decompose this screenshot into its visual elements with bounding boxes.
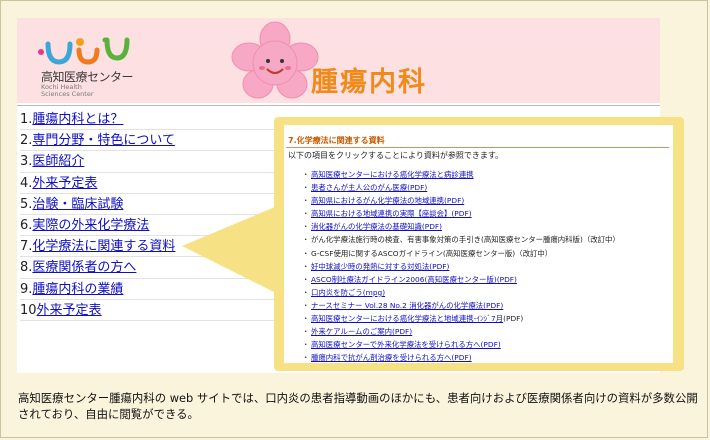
material-link[interactable]: 高知県におけるがん化学療法の地域連携(PDF) bbox=[311, 196, 464, 205]
nav-item[interactable]: 3.医師紹介 bbox=[20, 151, 290, 173]
bullet-icon: ・ bbox=[302, 353, 310, 363]
nav-link-about[interactable]: 腫瘍内科とは？ bbox=[32, 112, 123, 127]
bullet-icon: ・ bbox=[302, 300, 310, 310]
kochi-health-logo-icon bbox=[38, 37, 130, 65]
list-item[interactable]: ・高知医療センターで外来化学療法を受けられる方へ(PDF) bbox=[302, 338, 672, 351]
bullet-icon: ・ bbox=[302, 274, 310, 284]
material-link[interactable]: 好中球減少時の発熱に対する対処法(PDF) bbox=[311, 262, 449, 271]
callout-panel: 7.化学療法に関連する資料 以下の項目をクリックすることにより資料が参照できます… bbox=[274, 117, 684, 371]
material-link[interactable]: 高知医療センターで外来化学療法を受けられる方へ(PDF) bbox=[311, 340, 501, 349]
list-item[interactable]: ・高知県における地域連携の実際【座談会】(PDF) bbox=[302, 207, 672, 220]
material-label: G-CSF使用に関するASCOガイドライン(高知医療センター版)（改訂中） bbox=[311, 248, 553, 258]
nav-item-number: 4. bbox=[20, 175, 33, 191]
list-item[interactable]: ・患者さんが主人公のがん医療(PDF) bbox=[302, 181, 672, 194]
nav-item[interactable]: 1.腫瘍内科とは？ bbox=[20, 109, 290, 131]
materials-list-panel: 7.化学療法に関連する資料 以下の項目をクリックすることにより資料が参照できます… bbox=[284, 125, 673, 363]
material-link[interactable]: 消化器がんの化学療法の基礎知識(PDF) bbox=[311, 222, 442, 231]
callout-pointer bbox=[182, 204, 282, 296]
nav-item-number: 7. bbox=[20, 239, 33, 255]
header-divider bbox=[17, 105, 660, 106]
bullet-icon: ・ bbox=[302, 248, 310, 258]
nav-link-schedule-2[interactable]: 外来予定表 bbox=[37, 303, 102, 318]
panel-heading: 7.化学療法に関連する資料 bbox=[288, 136, 385, 145]
nav-item-number: 5. bbox=[20, 196, 33, 212]
list-item[interactable]: ・ナースセミナー Vol.28 No.2 消化器がんの化学療法(PDF) bbox=[302, 299, 672, 312]
figure-caption: 高知医療センター腫瘍内科の web サイトでは、口内炎の患者指導動画のほかにも、… bbox=[18, 391, 698, 421]
material-suffix: (PDF) bbox=[503, 314, 524, 324]
bullet-icon: ・ bbox=[302, 196, 310, 206]
cherry-blossom-mascot-icon bbox=[231, 21, 319, 99]
list-item[interactable]: ・高知医療センターにおける癌化学療法と地域連携-ｲﾝｼﾞ7月(PDF) bbox=[302, 312, 672, 325]
hospital-logo[interactable]: 高知医療センター Kochi Health Sciences Center bbox=[35, 28, 155, 100]
material-link[interactable]: 高知医療センターにおける癌化学療法と地域連携-ｲﾝｼﾞ7月 bbox=[311, 314, 503, 323]
panel-intro: 以下の項目をクリックすることにより資料が参照できます。 bbox=[288, 151, 504, 160]
nav-link-chemo-materials[interactable]: 化学療法に関連する資料 bbox=[32, 239, 175, 254]
material-link[interactable]: 腫瘍内科で抗がん剤治療を受けられる方へ(PDF) bbox=[311, 353, 472, 362]
panel-divider bbox=[286, 147, 669, 148]
nav-item[interactable]: 4.外来予定表 bbox=[20, 173, 290, 194]
nav-item-number: 2. bbox=[20, 133, 33, 149]
bullet-icon: ・ bbox=[302, 327, 310, 337]
material-link[interactable]: ASCO制吐療法ガイドライン2006(高知医療センター版)(PDF) bbox=[311, 275, 517, 284]
bullet-icon: ・ bbox=[302, 261, 310, 271]
logo-english-name: Kochi Health Sciences Center bbox=[41, 84, 94, 98]
list-item[interactable]: ・高知県におけるがん化学療法の地域連携(PDF) bbox=[302, 194, 672, 207]
nav-link-achievements[interactable]: 腫瘍内科の業績 bbox=[32, 282, 123, 297]
list-item[interactable]: ・高知医療センターにおける癌化学療法と病診連携 bbox=[302, 168, 672, 181]
nav-link-trials[interactable]: 治験・臨床試験 bbox=[32, 197, 123, 212]
material-link[interactable]: 外来ケアルームのご案内(PDF) bbox=[311, 327, 412, 336]
bullet-icon: ・ bbox=[302, 314, 310, 324]
header-banner: 高知医療センター Kochi Health Sciences Center 腫瘍… bbox=[17, 18, 660, 103]
bullet-icon: ・ bbox=[302, 340, 310, 350]
material-link[interactable]: 高知医療センターにおける癌化学療法と病診連携 bbox=[311, 170, 474, 179]
list-item[interactable]: ・ ASCO制吐療法ガイドライン2006(高知医療センター版)(PDF) bbox=[302, 273, 672, 286]
list-item[interactable]: ・口内炎を防ごう(mpg) bbox=[302, 286, 672, 299]
material-link[interactable]: 口内炎を防ごう(mpg) bbox=[311, 288, 385, 297]
list-item[interactable]: ・消化器がんの化学療法の基礎知識(PDF) bbox=[302, 220, 672, 233]
nav-item-number: 9. bbox=[20, 281, 33, 297]
list-item: ・がん化学療法施行時の検査、有害事象対策の手引き(高知医療センター腫瘍内科版)（… bbox=[302, 233, 672, 246]
nav-link-outpatient-chemo[interactable]: 実際の外来化学療法 bbox=[32, 218, 149, 233]
bullet-icon: ・ bbox=[302, 287, 310, 297]
material-label: がん化学療法施行時の検査、有害事象対策の手引き(高知医療センター腫瘍内科版)（改… bbox=[311, 235, 620, 245]
materials-list: ・高知医療センターにおける癌化学療法と病診連携・患者さんが主人公のがん医療(PD… bbox=[302, 168, 672, 363]
material-link[interactable]: 高知県における地域連携の実際【座談会】(PDF) bbox=[311, 209, 472, 218]
list-item[interactable]: ・腫瘍内科で抗がん剤治療を受けられる方へ(PDF) bbox=[302, 351, 672, 363]
nav-item[interactable]: 2.専門分野・特色について bbox=[20, 130, 290, 152]
list-item[interactable]: ・外来ケアルームのご案内(PDF) bbox=[302, 325, 672, 338]
list-item[interactable]: ・好中球減少時の発熱に対する対処法(PDF) bbox=[302, 260, 672, 273]
nav-link-doctors[interactable]: 医師紹介 bbox=[32, 154, 84, 169]
nav-item-number: 1. bbox=[20, 112, 33, 127]
bullet-icon: ・ bbox=[302, 183, 310, 193]
nav-item-number: 10 bbox=[20, 302, 37, 318]
nav-link-schedule[interactable]: 外来予定表 bbox=[32, 176, 97, 191]
nav-item-number: 8. bbox=[20, 260, 33, 276]
nav-link-professionals[interactable]: 医療関係者の方へ bbox=[32, 260, 136, 275]
nav-item-number: 3. bbox=[20, 154, 33, 170]
bullet-icon: ・ bbox=[302, 235, 310, 245]
department-title: 腫瘍内科 bbox=[311, 67, 427, 98]
nav-item-number: 6. bbox=[20, 217, 33, 233]
list-item: ・ G-CSF使用に関するASCOガイドライン(高知医療センター版)（改訂中） bbox=[302, 247, 672, 260]
nav-link-specialty[interactable]: 専門分野・特色について bbox=[32, 133, 175, 148]
material-link[interactable]: ナースセミナー Vol.28 No.2 消化器がんの化学療法(PDF) bbox=[311, 301, 503, 310]
material-link[interactable]: 患者さんが主人公のがん医療(PDF) bbox=[311, 183, 427, 192]
bullet-icon: ・ bbox=[302, 170, 310, 179]
bullet-icon: ・ bbox=[302, 209, 310, 219]
logo-en-line2: Sciences Center bbox=[41, 90, 94, 98]
bullet-icon: ・ bbox=[302, 222, 310, 232]
